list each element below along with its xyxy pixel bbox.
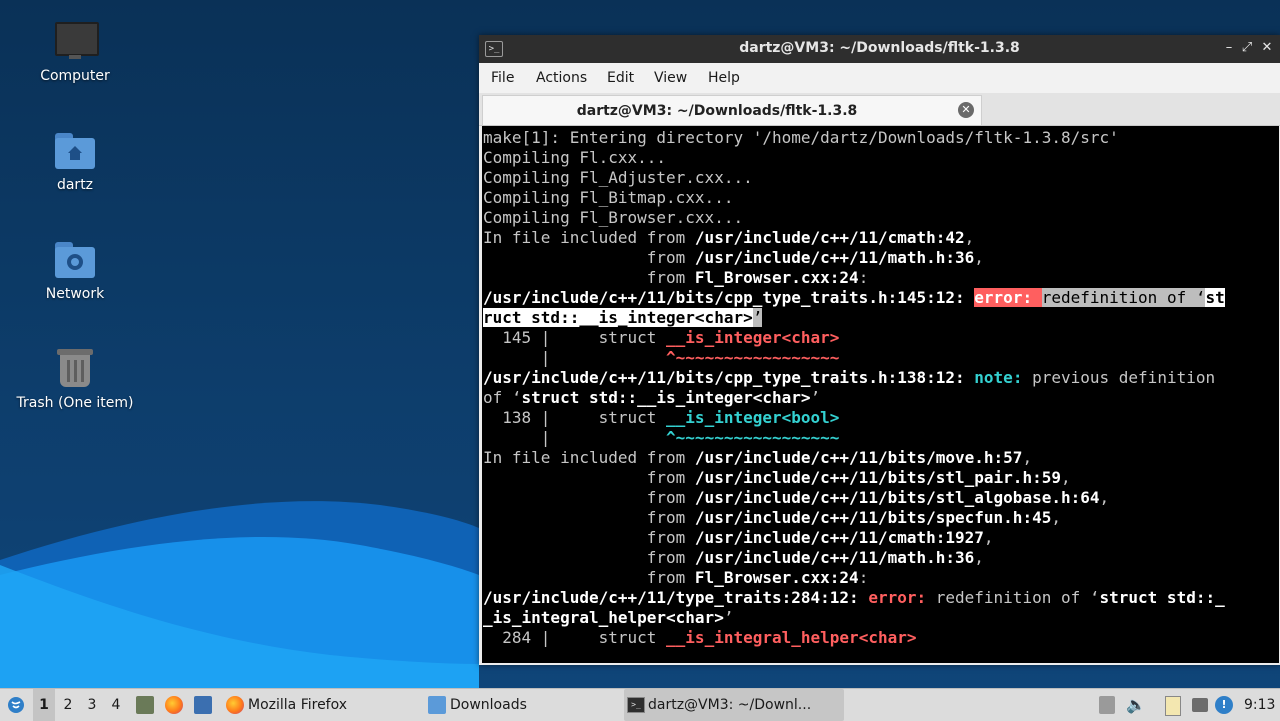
- terminal-line: ruct std::__is_integer<char>’: [483, 308, 763, 327]
- clipboard-icon: [1099, 696, 1115, 714]
- tray-network[interactable]: [1190, 689, 1212, 721]
- window-title: dartz@VM3: ~/Downloads/fltk-1.3.8: [739, 40, 1020, 56]
- terminal-line: from /usr/include/c++/11/bits/stl_pair.h…: [483, 468, 1071, 487]
- desktop-icon-network[interactable]: Network: [10, 238, 140, 302]
- terminal-icon: >_: [627, 697, 645, 713]
- tray-clipboard[interactable]: [1098, 689, 1118, 721]
- start-menu-icon: [8, 697, 24, 713]
- desktop-icon-trash[interactable]: Trash (One item): [10, 347, 140, 411]
- taskbar: 1 2 3 4 Mozilla Firefox Downloads >_ dar…: [0, 688, 1280, 721]
- trash-icon: [53, 347, 97, 391]
- workspace-1[interactable]: 1: [33, 689, 55, 721]
- terminal-line-error: /usr/include/c++/11/bits/cpp_type_traits…: [483, 288, 1225, 307]
- note-label: note:: [974, 368, 1023, 387]
- task-label: Mozilla Firefox: [248, 697, 348, 713]
- terminal-line: | ^~~~~~~~~~~~~~~~~~: [483, 348, 840, 367]
- terminal-line: 284 | struct __is_integral_helper<char>: [483, 628, 917, 647]
- task-terminal[interactable]: >_ dartz@VM3: ~/Downl...: [624, 689, 844, 721]
- menubar: File Actions Edit View Help: [479, 63, 1280, 93]
- volume-icon: 🔈: [1126, 695, 1146, 714]
- updates-icon: !: [1215, 696, 1233, 714]
- terminal-line: Compiling Fl_Browser.cxx...: [483, 208, 744, 227]
- terminal-line: from Fl_Browser.cxx:24:: [483, 268, 869, 287]
- terminal-line-error: /usr/include/c++/11/type_traits:284:12: …: [483, 588, 1225, 607]
- home-folder-icon: [53, 129, 97, 173]
- tray-volume[interactable]: 🔈: [1126, 689, 1146, 721]
- computer-icon: [53, 20, 99, 64]
- menu-help[interactable]: Help: [708, 70, 740, 86]
- firefox-icon: [226, 696, 244, 714]
- terminal-line: Compiling Fl.cxx...: [483, 148, 667, 167]
- firefox-launcher[interactable]: [163, 689, 185, 721]
- menu-actions[interactable]: Actions: [536, 70, 587, 86]
- terminal-line: Compiling Fl_Bitmap.cxx...: [483, 188, 734, 207]
- desktop-icon-label: Trash (One item): [16, 395, 134, 411]
- terminal-line: make[1]: Entering directory '/home/dartz…: [483, 128, 1119, 147]
- tab-close-icon[interactable]: ✕: [958, 102, 974, 118]
- terminal-line: of ‘struct std::__is_integer<char>’: [483, 388, 821, 407]
- workspace-4[interactable]: 4: [105, 689, 127, 721]
- minimize-button[interactable]: –: [1220, 39, 1238, 57]
- tray-notes[interactable]: [1164, 689, 1184, 721]
- workspace-2[interactable]: 2: [57, 689, 79, 721]
- start-menu-button[interactable]: [4, 689, 28, 721]
- desktop-icon: [194, 696, 212, 714]
- tray-updates[interactable]: !: [1214, 689, 1234, 721]
- terminal-line: In file included from /usr/include/c++/1…: [483, 228, 975, 247]
- terminal-line: from /usr/include/c++/11/math.h:36,: [483, 548, 984, 567]
- firefox-icon: [165, 696, 183, 714]
- menu-view[interactable]: View: [654, 70, 687, 86]
- task-label: Downloads: [450, 697, 527, 713]
- terminal-window[interactable]: >_ dartz@VM3: ~/Downloads/fltk-1.3.8 – ⤢…: [479, 35, 1280, 665]
- maximize-button[interactable]: ⤢: [1238, 39, 1256, 57]
- terminal-line: _is_integral_helper<char>’: [483, 608, 734, 627]
- terminal-line: Compiling Fl_Adjuster.cxx...: [483, 168, 753, 187]
- desktop-icon-label: dartz: [56, 177, 94, 193]
- tab-terminal[interactable]: dartz@VM3: ~/Downloads/fltk-1.3.8 ✕: [482, 95, 982, 125]
- selected-text: redefinition of ‘: [1041, 288, 1206, 307]
- file-manager-launcher[interactable]: [134, 689, 156, 721]
- task-firefox[interactable]: Mozilla Firefox: [224, 689, 438, 721]
- terminal-line: from /usr/include/c++/11/bits/stl_algoba…: [483, 488, 1110, 507]
- clock[interactable]: 9:13: [1244, 689, 1278, 721]
- terminal-line: 145 | struct __is_integer<char>: [483, 328, 840, 347]
- show-desktop-button[interactable]: [192, 689, 214, 721]
- tab-title: dartz@VM3: ~/Downloads/fltk-1.3.8: [576, 103, 858, 119]
- menu-file[interactable]: File: [491, 70, 514, 86]
- notes-icon: [1165, 696, 1181, 716]
- desktop-icon-home[interactable]: dartz: [10, 129, 140, 193]
- error-label: error:: [868, 588, 927, 607]
- terminal-line-note: /usr/include/c++/11/bits/cpp_type_traits…: [483, 368, 1216, 387]
- terminal-line: from /usr/include/c++/11/math.h:36,: [483, 248, 984, 267]
- close-button[interactable]: ✕: [1258, 39, 1276, 57]
- network-folder-icon: [53, 238, 97, 282]
- terminal-line: 138 | struct __is_integer<bool>: [483, 408, 840, 427]
- tab-bar: dartz@VM3: ~/Downloads/fltk-1.3.8 ✕: [479, 93, 1280, 126]
- file-manager-icon: [136, 696, 154, 714]
- terminal-output[interactable]: make[1]: Entering directory '/home/dartz…: [482, 126, 1279, 663]
- terminal-line: from /usr/include/c++/11/cmath:1927,: [483, 528, 994, 547]
- terminal-line: | ^~~~~~~~~~~~~~~~~~: [483, 428, 840, 447]
- desktop-icon-label: Network: [45, 286, 105, 302]
- desktop-icon-label: Computer: [40, 68, 110, 84]
- workspace-3[interactable]: 3: [81, 689, 103, 721]
- folder-icon: [428, 696, 446, 714]
- terminal-line: In file included from /usr/include/c++/1…: [483, 448, 1033, 467]
- terminal-line: from /usr/include/c++/11/bits/specfun.h:…: [483, 508, 1061, 527]
- terminal-line: from Fl_Browser.cxx:24:: [483, 568, 869, 587]
- desktop-icon-computer[interactable]: Computer: [10, 20, 140, 84]
- error-label: error:: [974, 288, 1033, 307]
- network-icon: [1192, 698, 1208, 712]
- window-titlebar[interactable]: >_ dartz@VM3: ~/Downloads/fltk-1.3.8 – ⤢…: [479, 35, 1280, 63]
- task-downloads[interactable]: Downloads: [426, 689, 640, 721]
- task-label: dartz@VM3: ~/Downl...: [648, 697, 812, 713]
- menu-edit[interactable]: Edit: [607, 70, 634, 86]
